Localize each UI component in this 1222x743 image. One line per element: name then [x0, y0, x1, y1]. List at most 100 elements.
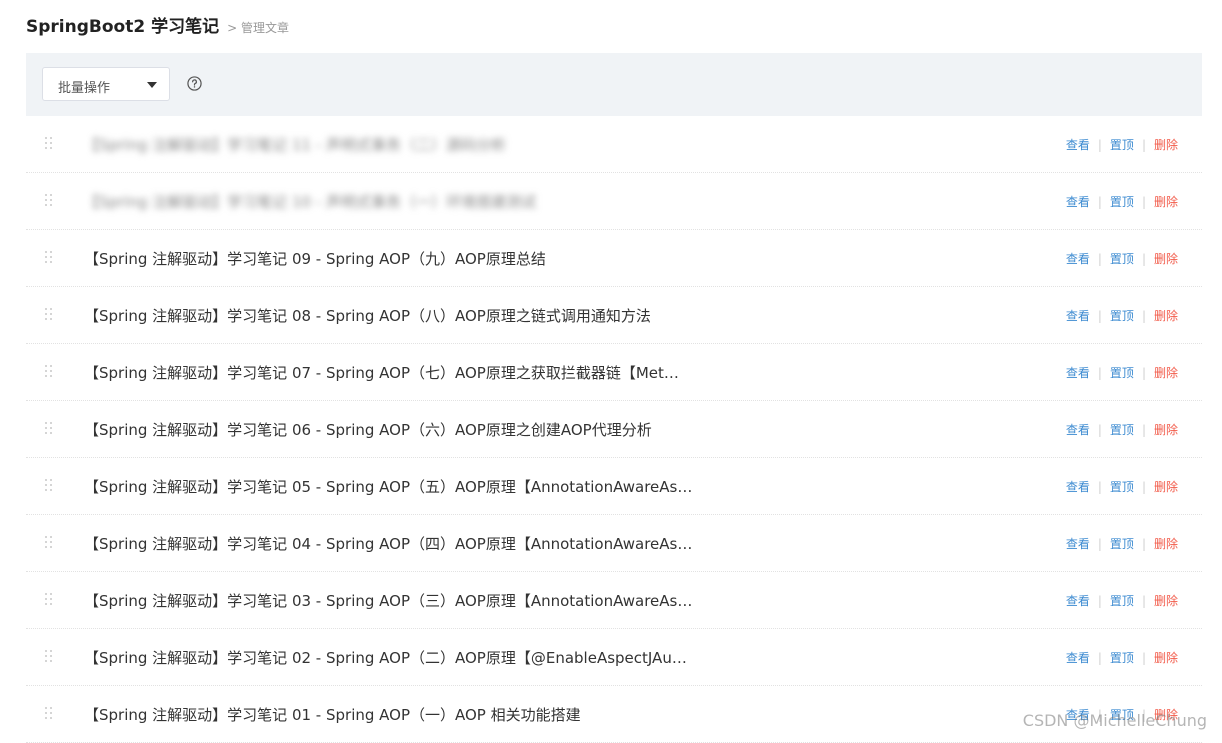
article-title[interactable]: 【Spring 注解驱动】学习笔记 02 - Spring AOP（二）AOP原… — [84, 647, 687, 668]
delete-link[interactable]: 删除 — [1154, 649, 1178, 666]
article-title[interactable]: 【Spring 注解驱动】学习笔记 11 - 声明式事务（二）源码分析 — [84, 134, 506, 155]
drag-handle-icon[interactable] — [45, 308, 53, 324]
article-actions: 查看 | 置顶 | 删除 — [1066, 478, 1178, 495]
article-row[interactable]: 【Spring 注解驱动】学习笔记 08 - Spring AOP（八）AOP原… — [26, 287, 1202, 344]
article-actions: 查看 | 置顶 | 删除 — [1066, 364, 1178, 381]
article-row[interactable]: 【Spring 注解驱动】学习笔记 02 - Spring AOP（二）AOP原… — [26, 629, 1202, 686]
batch-operation-select[interactable]: 批量操作 — [42, 67, 170, 101]
article-title[interactable]: 【Spring 注解驱动】学习笔记 06 - Spring AOP（六）AOP原… — [84, 419, 652, 440]
separator: | — [1141, 593, 1146, 608]
article-title[interactable]: 【Spring 注解驱动】学习笔记 05 - Spring AOP（五）AOP原… — [84, 476, 692, 497]
pin-top-link[interactable]: 置顶 — [1110, 592, 1134, 609]
separator: | — [1141, 422, 1146, 437]
article-title[interactable]: 【Spring 注解驱动】学习笔记 08 - Spring AOP（八）AOP原… — [84, 305, 651, 326]
pin-top-link[interactable]: 置顶 — [1110, 478, 1134, 495]
page-header: SpringBoot2 学习笔记 > 管理文章 — [26, 12, 289, 37]
view-link[interactable]: 查看 — [1066, 193, 1090, 210]
separator: | — [1141, 137, 1146, 152]
separator: | — [1097, 365, 1102, 380]
drag-handle-icon[interactable] — [45, 593, 53, 609]
separator: | — [1097, 422, 1102, 437]
drag-handle-icon[interactable] — [45, 422, 53, 438]
drag-handle-icon[interactable] — [45, 194, 53, 210]
drag-handle-icon[interactable] — [45, 650, 53, 666]
article-actions: 查看 | 置顶 | 删除 — [1066, 535, 1178, 552]
article-actions: 查看 | 置顶 | 删除 — [1066, 193, 1178, 210]
article-row[interactable]: 【Spring 注解驱动】学习笔记 05 - Spring AOP（五）AOP原… — [26, 458, 1202, 515]
separator: | — [1141, 365, 1146, 380]
article-title[interactable]: 【Spring 注解驱动】学习笔记 01 - Spring AOP（一）AOP … — [84, 704, 581, 725]
article-row[interactable]: 【Spring 注解驱动】学习笔记 03 - Spring AOP（三）AOP原… — [26, 572, 1202, 629]
delete-link[interactable]: 删除 — [1154, 193, 1178, 210]
separator: | — [1141, 308, 1146, 323]
pin-top-link[interactable]: 置顶 — [1110, 421, 1134, 438]
pin-top-link[interactable]: 置顶 — [1110, 364, 1134, 381]
article-row[interactable]: 【Spring 注解驱动】学习笔记 06 - Spring AOP（六）AOP原… — [26, 401, 1202, 458]
separator: | — [1097, 479, 1102, 494]
drag-handle-icon[interactable] — [45, 251, 53, 267]
view-link[interactable]: 查看 — [1066, 649, 1090, 666]
article-actions: 查看 | 置顶 | 删除 — [1066, 421, 1178, 438]
article-title[interactable]: 【Spring 注解驱动】学习笔记 04 - Spring AOP（四）AOP原… — [84, 533, 692, 554]
separator: | — [1097, 137, 1102, 152]
delete-link[interactable]: 删除 — [1154, 421, 1178, 438]
separator: | — [1097, 593, 1102, 608]
article-row[interactable]: 【Spring 注解驱动】学习笔记 04 - Spring AOP（四）AOP原… — [26, 515, 1202, 572]
article-actions: 查看 | 置顶 | 删除 — [1066, 592, 1178, 609]
separator: | — [1141, 194, 1146, 209]
separator: | — [1097, 536, 1102, 551]
separator: | — [1097, 650, 1102, 665]
article-actions: 查看 | 置顶 | 删除 — [1066, 136, 1178, 153]
caret-down-icon — [147, 82, 157, 88]
delete-link[interactable]: 删除 — [1154, 250, 1178, 267]
drag-handle-icon[interactable] — [45, 137, 53, 153]
article-title[interactable]: 【Spring 注解驱动】学习笔记 10 - 声明式事务（一）环境搭建测试 — [84, 191, 536, 212]
pin-top-link[interactable]: 置顶 — [1110, 649, 1134, 666]
pin-top-link[interactable]: 置顶 — [1110, 307, 1134, 324]
view-link[interactable]: 查看 — [1066, 592, 1090, 609]
article-row[interactable]: 【Spring 注解驱动】学习笔记 09 - Spring AOP（九）AOP原… — [26, 230, 1202, 287]
drag-handle-icon[interactable] — [45, 536, 53, 552]
separator: | — [1097, 194, 1102, 209]
article-row[interactable]: 【Spring 注解驱动】学习笔记 11 - 声明式事务（二）源码分析 查看 | 置顶… — [26, 116, 1202, 173]
delete-link[interactable]: 删除 — [1154, 136, 1178, 153]
delete-link[interactable]: 删除 — [1154, 307, 1178, 324]
separator: | — [1097, 251, 1102, 266]
article-actions: 查看 | 置顶 | 删除 — [1066, 649, 1178, 666]
delete-link[interactable]: 删除 — [1154, 364, 1178, 381]
delete-link[interactable]: 删除 — [1154, 535, 1178, 552]
article-list: 【Spring 注解驱动】学习笔记 11 - 声明式事务（二）源码分析 查看 | 置顶… — [26, 116, 1202, 743]
pin-top-link[interactable]: 置顶 — [1110, 535, 1134, 552]
question-circle-icon[interactable] — [187, 76, 202, 91]
delete-link[interactable]: 删除 — [1154, 478, 1178, 495]
separator: | — [1141, 479, 1146, 494]
drag-handle-icon[interactable] — [45, 479, 53, 495]
article-title[interactable]: 【Spring 注解驱动】学习笔记 07 - Spring AOP（七）AOP原… — [84, 362, 679, 383]
separator: | — [1141, 536, 1146, 551]
separator: | — [1097, 308, 1102, 323]
view-link[interactable]: 查看 — [1066, 364, 1090, 381]
delete-link[interactable]: 删除 — [1154, 592, 1178, 609]
batch-operation-label: 批量操作 — [58, 81, 111, 96]
article-title[interactable]: 【Spring 注解驱动】学习笔记 09 - Spring AOP（九）AOP原… — [84, 248, 546, 269]
page-title: SpringBoot2 学习笔记 — [26, 17, 220, 37]
article-actions: 查看 | 置顶 | 删除 — [1066, 307, 1178, 324]
article-row[interactable]: 【Spring 注解驱动】学习笔记 07 - Spring AOP（七）AOP原… — [26, 344, 1202, 401]
drag-handle-icon[interactable] — [45, 707, 53, 723]
pin-top-link[interactable]: 置顶 — [1110, 193, 1134, 210]
pin-top-link[interactable]: 置顶 — [1110, 250, 1134, 267]
toolbar: 批量操作 — [26, 53, 1202, 116]
view-link[interactable]: 查看 — [1066, 478, 1090, 495]
view-link[interactable]: 查看 — [1066, 535, 1090, 552]
breadcrumb[interactable]: > 管理文章 — [227, 19, 289, 36]
pin-top-link[interactable]: 置顶 — [1110, 136, 1134, 153]
article-title[interactable]: 【Spring 注解驱动】学习笔记 03 - Spring AOP（三）AOP原… — [84, 590, 692, 611]
drag-handle-icon[interactable] — [45, 365, 53, 381]
article-actions: 查看 | 置顶 | 删除 — [1066, 250, 1178, 267]
view-link[interactable]: 查看 — [1066, 136, 1090, 153]
view-link[interactable]: 查看 — [1066, 250, 1090, 267]
view-link[interactable]: 查看 — [1066, 307, 1090, 324]
article-row[interactable]: 【Spring 注解驱动】学习笔记 10 - 声明式事务（一）环境搭建测试 查看 |… — [26, 173, 1202, 230]
separator: | — [1141, 650, 1146, 665]
view-link[interactable]: 查看 — [1066, 421, 1090, 438]
